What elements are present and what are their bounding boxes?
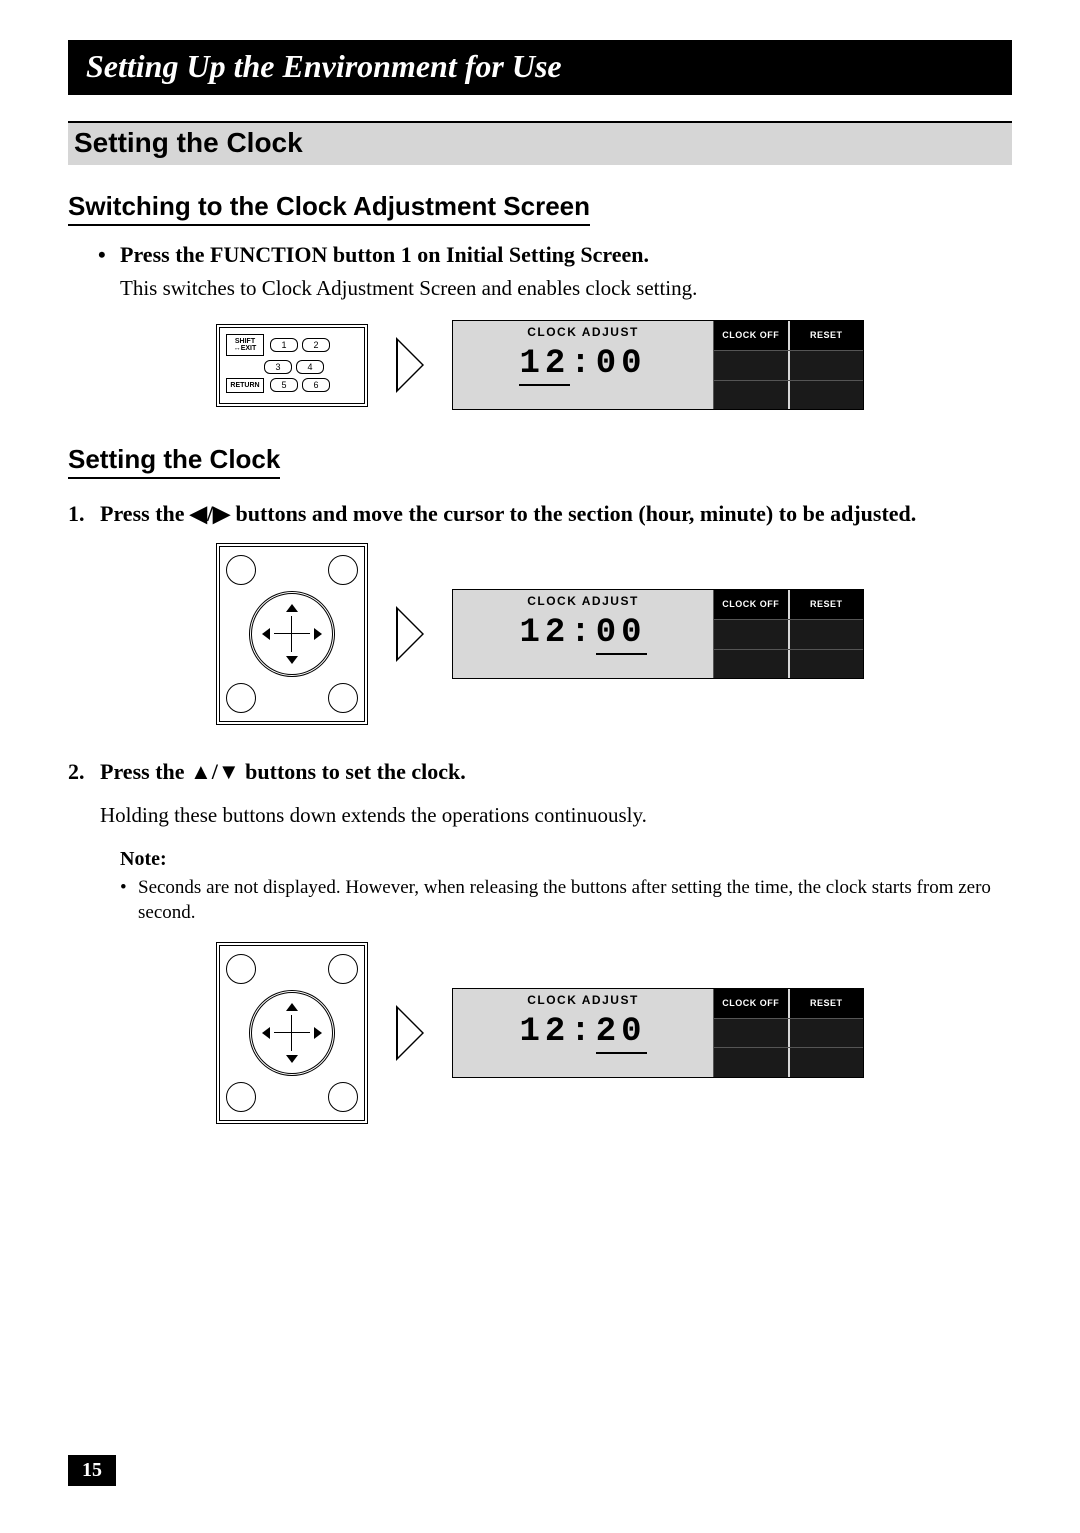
chapter-title: Setting Up the Environment for Use <box>68 40 1012 95</box>
left-arrow-icon <box>262 1027 270 1039</box>
screen-blank <box>790 650 864 679</box>
figure-1: SHIFT ↔EXIT 1 2 3 4 RETURN 5 6 <box>68 320 1012 410</box>
screen-blank <box>790 351 864 380</box>
screen-btn-reset: RESET <box>790 989 864 1018</box>
up-arrow-icon <box>286 604 298 612</box>
time-minute: 00 <box>596 345 647 383</box>
screen-blank <box>714 620 790 649</box>
keypad-diagram: SHIFT ↔EXIT 1 2 3 4 RETURN 5 6 <box>216 324 368 407</box>
dpad-diagram <box>216 543 368 725</box>
screen-btn-clock-off: CLOCK OFF <box>714 590 790 619</box>
time-hour: 12 <box>519 614 570 652</box>
dpad-corner <box>226 683 256 713</box>
dpad-corner <box>226 555 256 585</box>
screen-btn-reset: RESET <box>790 321 864 350</box>
time-minute: 00 <box>596 614 647 655</box>
screen-label: CLOCK ADJUST <box>527 594 639 608</box>
left-arrow-icon <box>262 628 270 640</box>
step-text-2: Press the ▲/▼ buttons to set the clock. <box>100 759 466 785</box>
dpad-corner <box>328 954 358 984</box>
right-arrow-icon <box>314 1027 322 1039</box>
note-label: Note: <box>120 848 1012 871</box>
screen-blank <box>714 1048 790 1077</box>
step-text-1: Press the ◀/▶ buttons and move the curso… <box>100 501 916 527</box>
screen-btn-clock-off: CLOCK OFF <box>714 321 790 350</box>
clock-screen-2: CLOCK ADJUST 12:00 CLOCK OFF RESET <box>452 589 864 679</box>
dpad-corner <box>226 1082 256 1112</box>
figure-2: CLOCK ADJUST 12:00 CLOCK OFF RESET <box>68 543 1012 725</box>
keypad-2: 2 <box>302 338 330 352</box>
screen-btn-reset: RESET <box>790 590 864 619</box>
clock-screen-3: CLOCK ADJUST 12:20 CLOCK OFF RESET <box>452 988 864 1078</box>
screen-btn-clock-off: CLOCK OFF <box>714 989 790 1018</box>
note-text: Seconds are not displayed. However, when… <box>138 875 1012 926</box>
screen-blank <box>790 1048 864 1077</box>
dpad-center <box>249 591 335 677</box>
figure-3: CLOCK ADJUST 12:20 CLOCK OFF RESET <box>68 942 1012 1124</box>
screen-blank <box>714 1019 790 1048</box>
screen-blank <box>790 1019 864 1048</box>
screen-blank <box>714 381 790 410</box>
screen-blank <box>790 381 864 410</box>
arrow-right-icon <box>396 1005 424 1061</box>
keypad-4: 4 <box>296 360 324 374</box>
body-text-2: Holding these buttons down extends the o… <box>100 801 1012 829</box>
time-minute: 20 <box>596 1013 647 1054</box>
keypad-return: RETURN <box>226 378 264 393</box>
screen-label: CLOCK ADJUST <box>527 993 639 1007</box>
down-arrow-icon <box>286 1055 298 1063</box>
bullet-icon: • <box>98 242 120 268</box>
screen-blank <box>714 650 790 679</box>
down-arrow-icon <box>286 656 298 664</box>
page-number: 15 <box>68 1455 116 1486</box>
dpad-diagram <box>216 942 368 1124</box>
screen-blank <box>714 351 790 380</box>
up-arrow-icon <box>286 1003 298 1011</box>
section-title: Setting the Clock <box>68 121 1012 165</box>
dpad-corner <box>226 954 256 984</box>
keypad-6: 6 <box>302 378 330 392</box>
screen-blank <box>790 620 864 649</box>
note-bullet-icon: • <box>120 875 138 926</box>
subsection-switching: Switching to the Clock Adjustment Screen <box>68 191 590 226</box>
right-arrow-icon <box>314 628 322 640</box>
time-hour: 12 <box>519 1013 570 1051</box>
step-number-1: 1. <box>68 501 100 527</box>
keypad-shift: SHIFT ↔EXIT <box>226 334 264 356</box>
screen-label: CLOCK ADJUST <box>527 325 639 339</box>
dpad-corner <box>328 683 358 713</box>
subsection-setting-clock: Setting the Clock <box>68 444 280 479</box>
clock-screen-1: CLOCK ADJUST 12:00 CLOCK OFF RESET <box>452 320 864 410</box>
time-hour: 12 <box>519 345 570 386</box>
keypad-5: 5 <box>270 378 298 392</box>
step-number-2: 2. <box>68 759 100 785</box>
arrow-right-icon <box>396 337 424 393</box>
dpad-center <box>249 990 335 1076</box>
keypad-3: 3 <box>264 360 292 374</box>
dpad-corner <box>328 555 358 585</box>
bullet-text-1: Press the FUNCTION button 1 on Initial S… <box>120 242 649 268</box>
arrow-right-icon <box>396 606 424 662</box>
body-text-1: This switches to Clock Adjustment Screen… <box>120 274 1012 302</box>
dpad-corner <box>328 1082 358 1112</box>
keypad-1: 1 <box>270 338 298 352</box>
